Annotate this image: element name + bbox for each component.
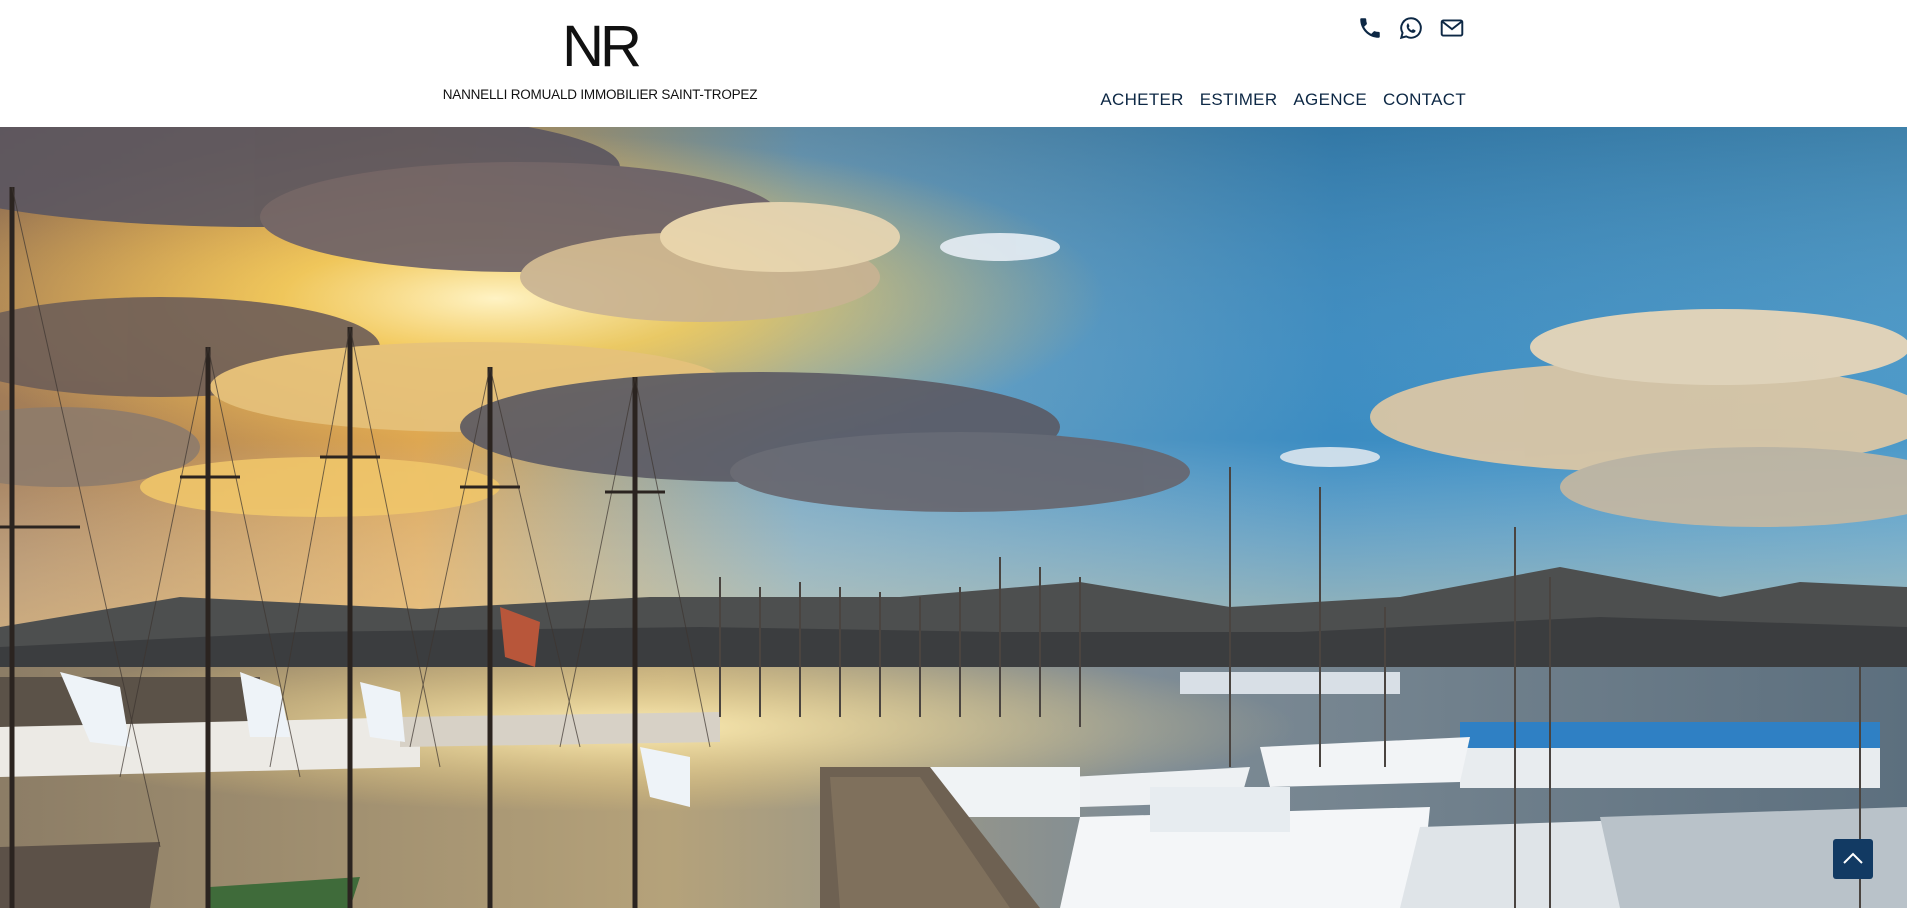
contact-icons bbox=[1357, 13, 1465, 43]
chevron-up-icon bbox=[1843, 852, 1863, 864]
hero-image bbox=[0, 127, 1907, 908]
nav-contact[interactable]: CONTACT bbox=[1383, 88, 1466, 112]
harbor-sunset-illustration bbox=[0, 127, 1907, 908]
page: NR NANNELLI ROMUALD IMMOBILIER SAINT-TRO… bbox=[0, 0, 1907, 908]
phone-icon bbox=[1360, 18, 1380, 38]
nav-acheter[interactable]: ACHETER bbox=[1100, 88, 1183, 112]
site-header: NR NANNELLI ROMUALD IMMOBILIER SAINT-TRO… bbox=[0, 0, 1907, 127]
whatsapp-link[interactable] bbox=[1398, 15, 1424, 41]
mail-link[interactable] bbox=[1439, 15, 1465, 41]
scroll-to-top-button[interactable] bbox=[1833, 839, 1873, 879]
nav-agence[interactable]: AGENCE bbox=[1293, 88, 1367, 112]
mail-icon bbox=[1440, 19, 1464, 37]
site-logo[interactable]: NR NANNELLI ROMUALD IMMOBILIER SAINT-TRO… bbox=[440, 18, 760, 110]
nav-estimer[interactable]: ESTIMER bbox=[1200, 88, 1278, 112]
phone-link[interactable] bbox=[1357, 15, 1383, 41]
main-nav: ACHETER ESTIMER AGENCE CONTACT bbox=[1100, 88, 1466, 112]
logo-tagline: NANNELLI ROMUALD IMMOBILIER SAINT-TROPEZ bbox=[442, 87, 758, 102]
whatsapp-icon bbox=[1399, 17, 1422, 40]
logo-mark: NR bbox=[562, 14, 642, 79]
